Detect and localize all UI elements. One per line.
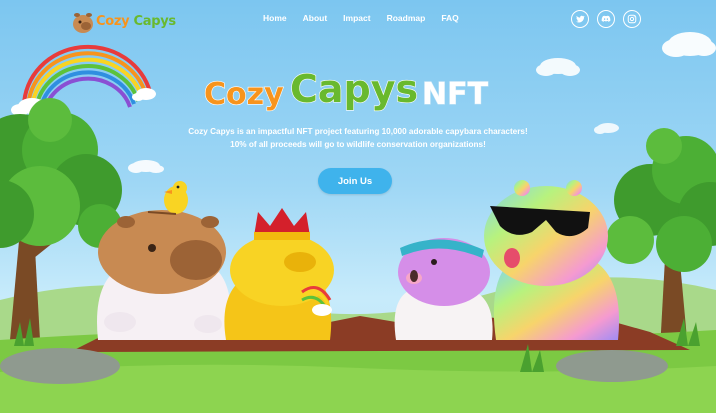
- landing-page: Cozy Capys Home About Impact Roadmap FAQ…: [0, 0, 716, 413]
- nav-roadmap-link[interactable]: Roadmap: [387, 13, 426, 23]
- nav-about-link[interactable]: About: [303, 13, 328, 23]
- hero-title-cozy: Cozy: [204, 77, 284, 112]
- nav-impact-link[interactable]: Impact: [343, 13, 370, 23]
- tagline-line-2: 10% of all proceeds will go to wildlife …: [230, 140, 486, 149]
- twitter-icon: [576, 15, 585, 23]
- cloud-mid-right: [536, 58, 580, 76]
- nav-faq-link[interactable]: FAQ: [441, 13, 458, 23]
- hero-title-nft: NFT: [422, 77, 489, 112]
- rock-right: [556, 350, 668, 382]
- instagram-icon: [627, 14, 637, 24]
- yellow-bird: [147, 181, 188, 215]
- capybara-logo-icon: [73, 13, 93, 33]
- brand-name: Cozy Capys: [96, 14, 176, 29]
- cloud-small-right: [594, 123, 619, 134]
- instagram-button[interactable]: [623, 10, 641, 28]
- brand-logo[interactable]: Cozy Capys: [72, 6, 176, 36]
- twitter-button[interactable]: [571, 10, 589, 28]
- hero-title-capys: Capys: [290, 70, 418, 111]
- capybara-gold: [224, 208, 334, 340]
- hero-illustration: [0, 32, 716, 413]
- discord-icon: [601, 15, 611, 22]
- nav-home-link[interactable]: Home: [263, 13, 287, 23]
- join-us-button[interactable]: Join Us: [318, 168, 392, 194]
- capybara-holo: [484, 180, 620, 340]
- hero-title: Cozy Capys NFT: [204, 70, 489, 113]
- brand-name-part2: Capys: [129, 14, 177, 29]
- hero-tagline: Cozy Capys is an impactful NFT project f…: [128, 125, 588, 151]
- capybara-brown: [97, 210, 232, 340]
- brand-name-part1: Cozy: [96, 14, 130, 29]
- rock-left: [0, 348, 120, 384]
- capybara-pink: [394, 238, 493, 340]
- tagline-line-1: Cozy Capys is an impactful NFT project f…: [188, 127, 528, 136]
- discord-button[interactable]: [597, 10, 615, 28]
- top-navbar: Cozy Capys Home About Impact Roadmap FAQ: [0, 0, 716, 40]
- cloud-left-mid: [128, 160, 164, 173]
- nav-menu: Home About Impact Roadmap FAQ: [256, 13, 459, 23]
